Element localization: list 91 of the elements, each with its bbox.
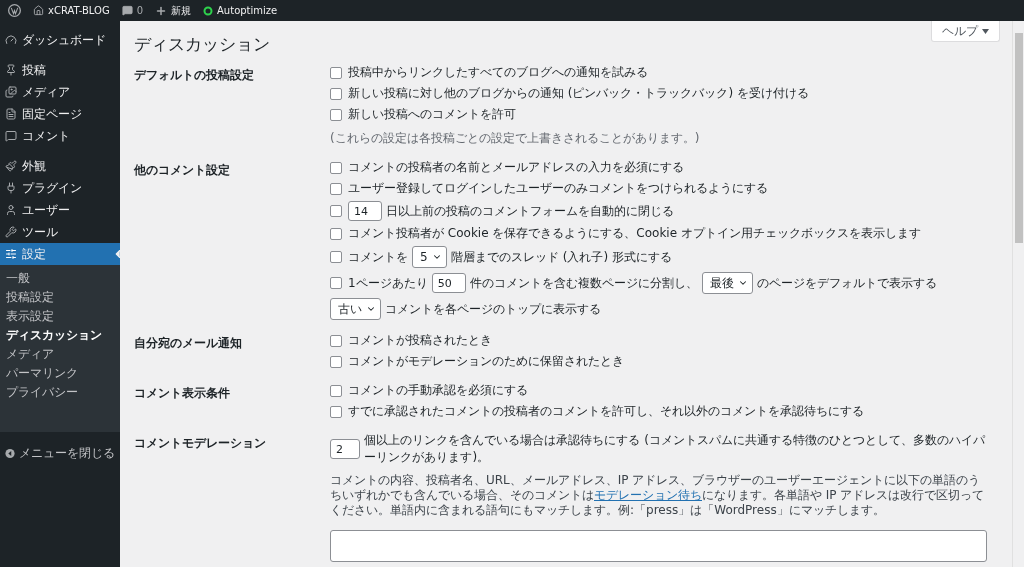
person-icon bbox=[5, 204, 17, 216]
option-label: 新しい投稿へのコメントを許可 bbox=[348, 106, 516, 123]
section-label: コメントモデレーション bbox=[134, 435, 267, 452]
checkbox[interactable] bbox=[330, 251, 342, 263]
option-label: のページをデフォルトで表示する bbox=[756, 274, 937, 292]
plug-icon bbox=[5, 182, 17, 194]
option-label: 件のコメントを含む複数ページに分割し、 bbox=[469, 274, 698, 292]
chevron-down-icon bbox=[366, 304, 376, 314]
collapse-icon bbox=[5, 447, 15, 459]
menu-item[interactable]: メディア bbox=[0, 81, 120, 103]
checkbox[interactable] bbox=[330, 384, 342, 397]
chevron-down-icon bbox=[737, 278, 748, 288]
menu-item[interactable]: コメント bbox=[0, 125, 120, 147]
section-label: コメント表示条件 bbox=[134, 385, 231, 402]
section-label: 他のコメント設定 bbox=[134, 162, 231, 179]
option-label: コメントを bbox=[348, 248, 408, 266]
option-label: 個以上のリンクを含んでいる場合は承認待ちにする (コメントスパムに共通する特徴のひとつとして、多数のハイパーリンクがあります)。 bbox=[364, 432, 986, 466]
option-label: コメントの手動承認を必須にする bbox=[348, 382, 528, 399]
menu-item[interactable]: ユーザー bbox=[0, 199, 120, 221]
help-button[interactable]: ヘルプ bbox=[931, 21, 1000, 42]
option-label: すでに承認されたコメントの投稿者のコメントを許可し、それ以外のコメントを承認待ちにする bbox=[348, 403, 864, 420]
page-icon bbox=[5, 108, 17, 120]
dropdown[interactable]: 5 bbox=[412, 246, 447, 268]
pin-icon bbox=[5, 64, 17, 76]
menu-item[interactable]: ツール bbox=[0, 221, 120, 243]
wrench-icon bbox=[5, 226, 17, 238]
checkbox[interactable] bbox=[330, 355, 342, 368]
checkbox[interactable] bbox=[330, 277, 342, 289]
checkbox[interactable] bbox=[330, 205, 342, 217]
dropdown[interactable]: 古い bbox=[330, 298, 381, 320]
number-field[interactable]: 14 bbox=[348, 201, 382, 221]
option-label: 1ページあたり bbox=[348, 274, 428, 292]
checkbox[interactable] bbox=[330, 161, 342, 174]
submenu-item[interactable]: 一般 bbox=[0, 269, 120, 288]
checkbox[interactable] bbox=[330, 108, 342, 121]
wordpress-logo[interactable] bbox=[8, 4, 21, 17]
option-label: コメントの投稿者の名前とメールアドレスの入力を必須にする bbox=[348, 159, 684, 176]
option-label: 階層までのスレッド (入れ子) 形式にする bbox=[451, 248, 672, 266]
submenu-item[interactable]: メディア bbox=[0, 345, 120, 364]
page-title: ディスカッション bbox=[134, 33, 271, 56]
speech-bubble-icon bbox=[121, 5, 133, 16]
submenu-item[interactable]: ディスカッション bbox=[0, 326, 120, 345]
gauge-icon bbox=[5, 34, 17, 46]
section-label: デフォルトの投稿設定 bbox=[134, 67, 255, 84]
menu-item[interactable]: 固定ページ bbox=[0, 103, 120, 125]
home-icon bbox=[33, 5, 44, 16]
moderation-description: コメントの内容、投稿者名、URL、メールアドレス、IP アドレス、ブラウザーのユーザーエージェントに以下の単語のうちいずれかでも含んでいる場合、そのコメントはモデレーション待ちになります。各単語や IP アドレスは改行で区切ってください。単語内に含まれる語句にもマッチします。例:「press」は「WordPress」にマッチします。 bbox=[330, 473, 986, 518]
checkbox[interactable] bbox=[330, 334, 342, 347]
option-label: コメントを各ページのトップに表示する bbox=[385, 300, 601, 318]
menu-item[interactable]: ダッシュボード bbox=[0, 29, 120, 51]
checkbox[interactable] bbox=[330, 405, 342, 418]
plus-icon bbox=[155, 4, 168, 17]
menu-item[interactable]: 設定 bbox=[0, 243, 120, 265]
chevron-down-icon bbox=[432, 252, 442, 262]
keywords-textarea[interactable] bbox=[330, 530, 987, 562]
option-label: 投稿中からリンクしたすべてのブログへの通知を試みる bbox=[348, 64, 648, 81]
caret-icon bbox=[982, 28, 989, 34]
moderation-link[interactable]: モデレーション待ち bbox=[594, 488, 702, 502]
menu-item[interactable]: 投稿 bbox=[0, 59, 120, 81]
checkbox[interactable] bbox=[330, 227, 342, 240]
brush-icon bbox=[5, 160, 17, 172]
submenu-item[interactable]: 表示設定 bbox=[0, 307, 120, 326]
checkbox[interactable] bbox=[330, 87, 342, 100]
speech-bubble-icon bbox=[5, 130, 17, 142]
checkbox[interactable] bbox=[330, 66, 342, 79]
images-icon bbox=[5, 86, 17, 98]
submenu-item[interactable]: パーマリンク bbox=[0, 364, 120, 383]
site-link[interactable]: xCRAT-BLOG bbox=[33, 5, 110, 16]
comments-link[interactable]: 0 bbox=[121, 5, 144, 16]
dropdown[interactable]: 最後 bbox=[701, 272, 753, 294]
note-text: (これらの設定は各投稿ごとの設定で上書きされることがあります。) bbox=[330, 130, 701, 147]
option-label: コメントがモデレーションのために保留されたとき bbox=[348, 353, 624, 370]
submenu-item[interactable]: プライバシー bbox=[0, 383, 120, 402]
option-label: 新しい投稿に対し他のブログからの通知 (ピンバック・トラックバック) を受け付ける bbox=[348, 85, 809, 102]
submenu-item[interactable]: 投稿設定 bbox=[0, 288, 120, 307]
option-label: 日以上前の投稿のコメントフォームを自動的に閉じる bbox=[386, 202, 674, 220]
menu-item[interactable]: プラグイン bbox=[0, 177, 120, 199]
new-link[interactable]: 新規 bbox=[155, 3, 192, 18]
autoptimize-link[interactable]: Autoptimize bbox=[203, 5, 278, 16]
ring-icon bbox=[203, 5, 214, 16]
sliders-icon bbox=[5, 248, 17, 260]
number-field[interactable]: 50 bbox=[431, 273, 466, 293]
section-label: 自分宛のメール通知 bbox=[134, 335, 243, 352]
scrollbar[interactable] bbox=[1012, 21, 1024, 567]
checkbox[interactable] bbox=[330, 182, 342, 195]
menu-item[interactable]: 外観 bbox=[0, 155, 120, 177]
option-label: ユーザー登録してログインしたユーザーのみコメントをつけられるようにする bbox=[348, 180, 768, 197]
collapse-menu-button[interactable]: メニューを閉じる bbox=[0, 442, 120, 464]
option-label: コメント投稿者が Cookie を保存できるようにする、Cookie オプトイン用チェックボックスを表示します bbox=[348, 225, 921, 242]
option-label: コメントが投稿されたとき bbox=[348, 332, 492, 349]
number-field[interactable]: 2 bbox=[330, 439, 361, 459]
